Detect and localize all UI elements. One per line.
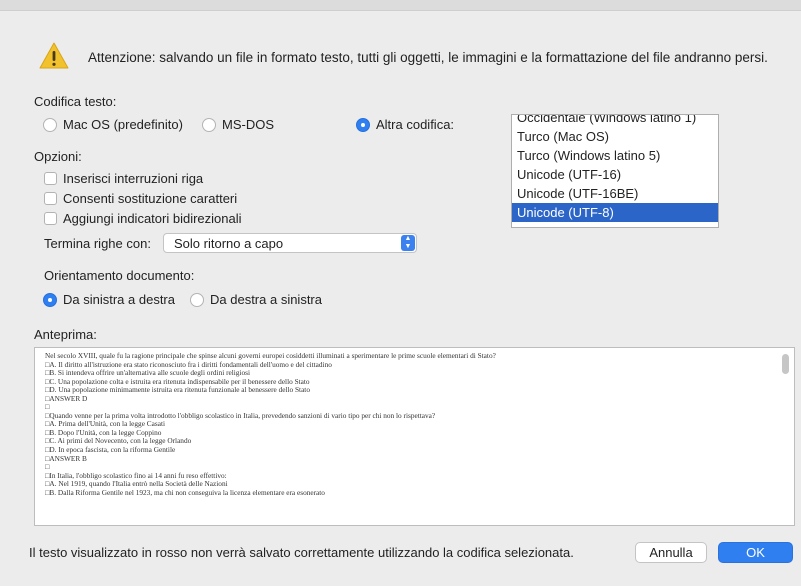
encoding-list-item-selected[interactable]: Unicode (UTF-8)	[512, 203, 718, 222]
radio-msdos-label: MS-DOS	[222, 117, 274, 132]
preview-box[interactable]: Nel secolo XVIII, quale fu la ragione pr…	[34, 347, 795, 526]
encoding-list-item[interactable]: Unicode (UTF-16BE)	[512, 184, 718, 203]
radio-macos[interactable]: Mac OS (predefinito)	[43, 117, 183, 132]
checkbox-line-breaks[interactable]: Inserisci interruzioni riga	[44, 171, 203, 186]
radio-macos-label: Mac OS (predefinito)	[63, 117, 183, 132]
encoding-list-item[interactable]: Occidentale (Windows latino 1)	[512, 115, 718, 127]
line-end-select-value: Solo ritorno a capo	[174, 236, 284, 251]
preview-line: □D. In epoca fascista, con la riforma Ge…	[45, 445, 176, 455]
radio-ltr-label: Da sinistra a destra	[63, 292, 175, 307]
radio-ltr-button[interactable]	[43, 292, 57, 307]
checkbox-line-breaks-box[interactable]	[44, 172, 57, 185]
options-label: Opzioni:	[34, 149, 82, 164]
checkbox-bidi-markers[interactable]: Aggiungi indicatori bidirezionali	[44, 211, 242, 226]
checkbox-bidi-markers-label: Aggiungi indicatori bidirezionali	[63, 211, 242, 226]
preview-line: □ANSWER B	[45, 453, 87, 463]
warning-message: Attenzione: salvando un file in formato …	[88, 50, 768, 65]
preview-scrollbar[interactable]	[782, 354, 789, 374]
radio-msdos[interactable]: MS-DOS	[202, 117, 274, 132]
warning-triangle-icon	[39, 42, 69, 69]
chevron-up-down-icon: ▲ ▼	[401, 235, 415, 251]
checkbox-char-substitution-label: Consenti sostituzione caratteri	[63, 191, 238, 206]
preview-line: □B. Dalla Riforma Gentile nel 1923, ma c…	[45, 487, 325, 497]
encoding-list-item[interactable]: Turco (Windows latino 5)	[512, 146, 718, 165]
encoding-label: Codifica testo:	[34, 94, 117, 109]
radio-other-encoding-label: Altra codifica:	[376, 117, 455, 132]
preview-line: □ANSWER D	[45, 393, 88, 403]
checkbox-bidi-markers-box[interactable]	[44, 212, 57, 225]
ok-button[interactable]: OK	[718, 542, 793, 563]
radio-msdos-button[interactable]	[202, 117, 216, 132]
checkbox-char-substitution-box[interactable]	[44, 192, 57, 205]
encoding-list-item[interactable]: Turco (Mac OS)	[512, 127, 718, 146]
radio-rtl[interactable]: Da destra a sinistra	[190, 292, 322, 307]
preview-line: □D. Una popolazione minimamente istruita…	[45, 385, 310, 395]
radio-rtl-button[interactable]	[190, 292, 204, 307]
checkbox-line-breaks-label: Inserisci interruzioni riga	[63, 171, 204, 186]
line-end-label: Termina righe con:	[44, 236, 151, 251]
encoding-list[interactable]: Occidentale (Windows latino 1) Turco (Ma…	[511, 114, 719, 228]
preview-label: Anteprima:	[34, 327, 97, 342]
cancel-button[interactable]: Annulla	[635, 542, 707, 563]
checkbox-char-substitution[interactable]: Consenti sostituzione caratteri	[44, 191, 237, 206]
footer-note: Il testo visualizzato in rosso non verrà…	[29, 545, 574, 560]
encoding-list-item[interactable]: Unicode (UTF-16)	[512, 165, 718, 184]
radio-ltr[interactable]: Da sinistra a destra	[43, 292, 175, 307]
line-end-select[interactable]: Solo ritorno a capo ▲ ▼	[163, 233, 417, 253]
radio-other-encoding-button[interactable]	[356, 117, 370, 132]
orientation-label: Orientamento documento:	[44, 268, 195, 283]
window-top-edge	[0, 0, 801, 11]
radio-other-encoding[interactable]: Altra codifica:	[356, 117, 454, 132]
radio-rtl-label: Da destra a sinistra	[210, 292, 322, 307]
radio-macos-button[interactable]	[43, 117, 57, 132]
preview-text: Nel secolo XVIII, quale fu la ragione pr…	[45, 351, 496, 497]
